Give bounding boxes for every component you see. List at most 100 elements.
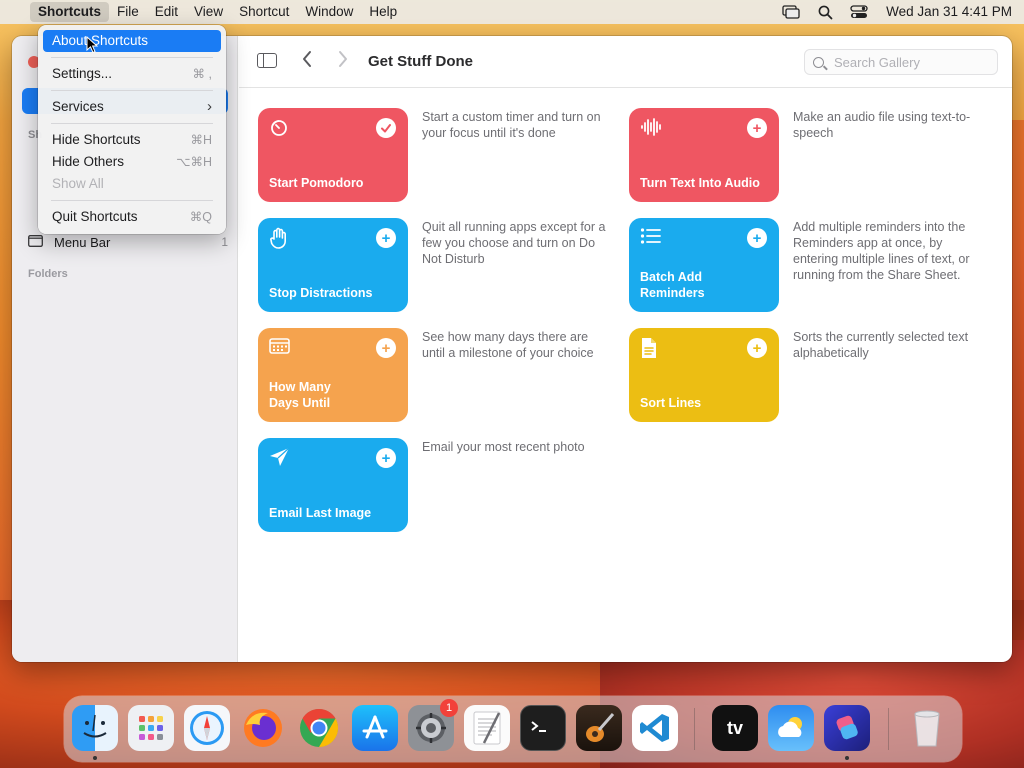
menu-item-services[interactable]: Services ›: [43, 96, 221, 118]
hand-icon: [269, 227, 289, 253]
menu-item-hide-shortcuts[interactable]: Hide Shortcuts ⌘H: [43, 129, 221, 151]
submenu-chevron-icon: ›: [207, 98, 212, 115]
dock-separator: [694, 708, 695, 750]
add-plus-icon[interactable]: +: [747, 338, 767, 358]
screen-mirroring-icon[interactable]: [782, 5, 800, 19]
shortcut-name: Email Last Image: [269, 506, 372, 520]
dock-weather-icon[interactable]: [768, 705, 814, 751]
shortcut-name: How Many Days Until: [269, 380, 331, 410]
folders-heading: Folders: [28, 268, 68, 280]
shortcut-description: Make an audio file using text-to-speech: [793, 110, 971, 140]
dock-terminal-icon[interactable]: [520, 705, 566, 751]
menu-item-label: Services: [52, 99, 104, 114]
menu-item-hide-others[interactable]: Hide Others ⌥⌘H: [43, 151, 221, 173]
tv-logo: tv: [726, 717, 743, 738]
add-plus-icon[interactable]: +: [376, 228, 396, 248]
page-title: Get Stuff Done: [368, 53, 473, 70]
menu-item-label: Settings...: [52, 66, 113, 81]
paper-plane-icon: [269, 447, 291, 471]
search-input[interactable]: [834, 54, 984, 70]
menu-help[interactable]: Help: [361, 0, 405, 24]
menu-item-label: Quit Shortcuts: [52, 209, 138, 224]
shortcut-name: Sort Lines: [640, 396, 702, 410]
menu-item-shortcut: ⌘H: [190, 133, 212, 147]
shortcut-card-sort-lines[interactable]: + Sort Lines: [629, 328, 779, 422]
apple-menu-icon[interactable]: [0, 0, 30, 24]
sidebar-toggle-icon[interactable]: [257, 53, 277, 68]
spotlight-search-icon[interactable]: [816, 5, 834, 19]
add-plus-icon[interactable]: +: [376, 338, 396, 358]
gallery-item: + Batch Add Reminders Add multiple remin…: [629, 218, 1012, 314]
dock-trash-icon[interactable]: [904, 705, 950, 751]
menu-view[interactable]: View: [186, 0, 231, 24]
menu-item-shortcut: ⌘Q: [189, 210, 212, 224]
shortcut-card-batch-add-reminders[interactable]: + Batch Add Reminders: [629, 218, 779, 312]
dock-firefox-icon[interactable]: [240, 705, 286, 751]
gallery-item: + Turn Text Into Audio Make an audio fil…: [629, 108, 1012, 204]
shortcut-name: Turn Text Into Audio: [640, 176, 760, 190]
shortcut-card-start-pomodoro[interactable]: Start Pomodoro: [258, 108, 408, 202]
dock-apple-tv-icon[interactable]: tv: [712, 705, 758, 751]
menu-item-about[interactable]: About Shortcuts: [43, 30, 221, 52]
menu-item-settings[interactable]: Settings... ⌘ ,: [43, 63, 221, 85]
dock-vscode-icon[interactable]: [632, 705, 678, 751]
shortcut-card-turn-text-into-audio[interactable]: + Turn Text Into Audio: [629, 108, 779, 202]
menu-item-label: Hide Others: [52, 154, 125, 169]
shortcut-card-stop-distractions[interactable]: + Stop Distractions: [258, 218, 408, 312]
shortcut-description: See how many days there are until a mile…: [422, 330, 594, 360]
menu-separator: [51, 90, 213, 91]
shortcut-description: Sorts the currently selected text alphab…: [793, 330, 969, 360]
shortcut-description: Email your most recent photo: [422, 440, 585, 454]
dock-system-settings-icon[interactable]: 1: [408, 699, 458, 751]
dock: 1 tv: [64, 696, 962, 762]
dock-textedit-icon[interactable]: [464, 705, 510, 751]
app-menu-dropdown: About Shortcuts Settings... ⌘ , Services ›…: [38, 25, 226, 234]
menu-bar: Shortcuts File Edit View Shortcut Window…: [0, 0, 1024, 24]
timer-icon: [269, 117, 289, 141]
shortcut-description: Quit all running apps except for a few y…: [422, 220, 606, 266]
add-plus-icon[interactable]: +: [747, 228, 767, 248]
dock-launchpad-icon[interactable]: [128, 705, 174, 751]
sidebar-item-menu-bar[interactable]: Menu Bar 1: [28, 231, 228, 253]
menu-window[interactable]: Window: [297, 0, 361, 24]
menu-item-show-all: Show All: [43, 173, 221, 195]
menu-item-shortcut: ⌘ ,: [192, 67, 212, 81]
menu-edit[interactable]: Edit: [147, 0, 186, 24]
sidebar-item-label: Menu Bar: [54, 234, 111, 250]
dock-safari-icon[interactable]: [184, 705, 230, 751]
shortcut-description: Add multiple reminders into the Reminder…: [793, 220, 970, 282]
menu-shortcut[interactable]: Shortcut: [231, 0, 297, 24]
dock-shortcuts-icon[interactable]: [824, 705, 870, 751]
add-plus-icon[interactable]: +: [747, 118, 767, 138]
shortcut-card-how-many-days-until[interactable]: + How Many Days Until: [258, 328, 408, 422]
menu-item-quit[interactable]: Quit Shortcuts ⌘Q: [43, 206, 221, 228]
dock-finder-icon[interactable]: [72, 705, 118, 751]
calendar-icon: [269, 337, 291, 359]
forward-chevron-icon[interactable]: [337, 49, 349, 75]
shortcut-name: Stop Distractions: [269, 286, 373, 300]
gallery-item: + Sort Lines Sorts the currently selecte…: [629, 328, 1012, 424]
menu-separator: [51, 200, 213, 201]
menu-app-name[interactable]: Shortcuts: [30, 2, 110, 22]
menu-file[interactable]: File: [109, 0, 147, 24]
gallery-item: + Email Last Image Email your most recen…: [258, 438, 788, 534]
shortcut-description: Start a custom timer and turn on your fo…: [422, 110, 601, 140]
menu-item-label: Hide Shortcuts: [52, 132, 141, 147]
back-chevron-icon[interactable]: [301, 49, 313, 75]
clock-datetime[interactable]: Wed Jan 31 4:41 PM: [884, 0, 1012, 24]
gallery-grid: Start Pomodoro Start a custom timer and …: [239, 89, 1012, 662]
menu-item-label: Show All: [52, 176, 104, 191]
menu-separator: [51, 123, 213, 124]
dock-chrome-icon[interactable]: [296, 705, 342, 751]
mouse-pointer-icon: [86, 35, 99, 57]
dock-garageband-icon[interactable]: [576, 705, 622, 751]
sidebar-item-count: 1: [221, 235, 228, 249]
control-center-icon[interactable]: [850, 5, 868, 19]
shortcut-card-email-last-image[interactable]: + Email Last Image: [258, 438, 408, 532]
dock-app-store-icon[interactable]: [352, 705, 398, 751]
added-checkmark-icon[interactable]: [376, 118, 396, 138]
shortcut-name: Start Pomodoro: [269, 176, 364, 190]
add-plus-icon[interactable]: +: [376, 448, 396, 468]
search-field[interactable]: [804, 49, 998, 75]
running-indicator: [93, 756, 97, 760]
